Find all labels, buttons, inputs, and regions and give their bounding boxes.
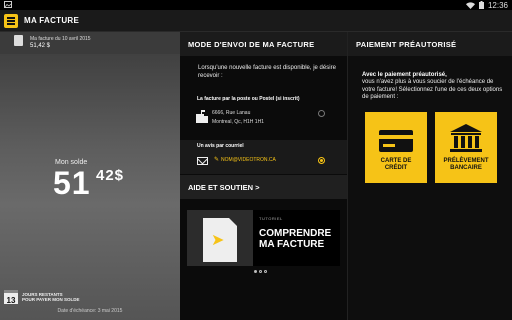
tutorial-title: COMPRENDRE MA FACTURE (259, 228, 332, 250)
status-bar: 12:36 (0, 0, 512, 10)
email-radio[interactable] (318, 157, 325, 164)
page-dot[interactable] (264, 270, 267, 273)
delivery-intro: Lorsqu'une nouvelle facture est disponib… (198, 65, 336, 79)
bank-label-1: PRÉLÈVEMENT (443, 158, 489, 164)
current-invoice[interactable]: Ma facture du 10 avril 2015 51,42 $ (0, 32, 180, 54)
days-remaining: 13 JOURS RESTANTS POUR PAYER MON SOLDE (4, 290, 80, 305)
carousel-indicator (254, 270, 267, 273)
envelope-icon (197, 157, 208, 165)
balance-amount: 51 42$ (53, 165, 123, 202)
app-bar: MA FACTURE (0, 10, 512, 32)
clock: 12:36 (487, 0, 508, 10)
tutorial-card[interactable]: ➤ TUTORIEL COMPRENDRE MA FACTURE (187, 210, 340, 266)
videotron-logo-icon: ➤ (211, 232, 225, 249)
balance-dollars: 51 (53, 165, 91, 201)
tutorial-thumbnail: ➤ (187, 210, 253, 266)
credit-card-icon (379, 130, 413, 152)
delivery-heading: MODE D'ENVOI DE MA FACTURE (188, 40, 315, 49)
chevron-right-icon: > (255, 183, 260, 192)
preauth-panel: PAIEMENT PRÉAUTORISÉ Avec le paiement pr… (347, 32, 512, 320)
app-title: MA FACTURE (24, 16, 80, 25)
image-notification-icon (4, 1, 12, 8)
wifi-icon (465, 1, 475, 9)
postal-address-line2: Montreal, Qc, H1H 1H1 (212, 119, 264, 125)
email-option-title: Un avis par courriel (197, 143, 244, 149)
credit-card-button[interactable]: CARTE DE CRÉDIT (365, 112, 427, 183)
pencil-icon[interactable]: ✎ (214, 157, 219, 163)
preauth-text: vous n'avez plus à vous soucier de l'éch… (362, 79, 503, 101)
document-icon (14, 35, 23, 46)
invoice-label: Ma facture du 10 avril 2015 (30, 36, 91, 42)
battery-icon (478, 1, 484, 9)
bank-withdrawal-button[interactable]: PRÉLÈVEMENT BANCAIRE (435, 112, 497, 183)
mailbox-icon (196, 110, 208, 123)
delivery-header: MODE D'ENVOI DE MA FACTURE (180, 32, 347, 56)
help-heading: AIDE ET SOUTIEN > (188, 183, 260, 192)
postal-radio[interactable] (318, 110, 325, 117)
hamburger-menu-icon[interactable] (4, 14, 18, 28)
postal-address-line1: 6666, Rue Lanau (212, 110, 251, 116)
page-dot[interactable] (254, 270, 257, 273)
days-remaining-line2: POUR PAYER MON SOLDE (22, 297, 80, 302)
delivery-panel: MODE D'ENVOI DE MA FACTURE Lorsqu'une no… (180, 32, 347, 320)
preauth-header: PAIEMENT PRÉAUTORISÉ (348, 32, 512, 56)
balance-cents: 42$ (96, 167, 125, 184)
calendar-icon: 13 (4, 290, 18, 305)
balance-panel: Ma facture du 10 avril 2015 51,42 $ Mon … (0, 32, 180, 320)
tutorial-tag: TUTORIEL (259, 216, 283, 221)
preauth-bold: Avec le paiement préautorisé, (362, 72, 447, 78)
preauth-heading: PAIEMENT PRÉAUTORISÉ (356, 40, 457, 49)
invoice-amount: 51,42 $ (30, 43, 51, 49)
email-address[interactable]: ✎ NOM@VIDEOTRON.CA (214, 156, 276, 163)
bank-icon (450, 124, 482, 152)
preauth-description: Avec le paiement préautorisé, vous n'ave… (362, 72, 508, 102)
postal-address: 6666, Rue Lanau Montreal, Qc, H1H 1H1 (212, 109, 264, 127)
page-dot[interactable] (259, 270, 262, 273)
bank-label-2: BANCAIRE (450, 165, 482, 171)
due-date: Date d'échéance: 3 mai 2015 (57, 308, 123, 314)
credit-label-2: CRÉDIT (384, 165, 408, 171)
help-header[interactable]: AIDE ET SOUTIEN > (180, 175, 347, 199)
email-value: NOM@VIDEOTRON.CA (221, 157, 276, 163)
postal-option-title: La facture par la poste ou Postel (si in… (197, 96, 300, 102)
credit-label-1: CARTE DE (380, 158, 412, 164)
